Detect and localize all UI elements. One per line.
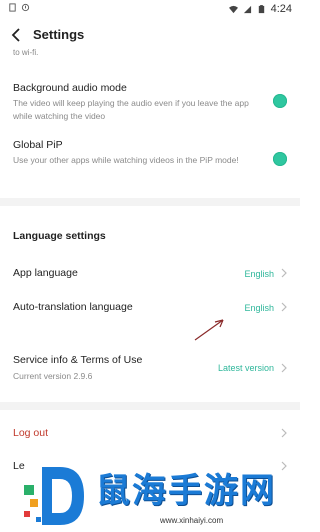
- watermark-logo-icon: [24, 467, 84, 525]
- latest-version-label: Latest version: [217, 363, 274, 373]
- annotation-arrow-icon: [194, 319, 224, 341]
- app-language-row[interactable]: App language English: [0, 258, 300, 288]
- global-pip-toggle[interactable]: [273, 152, 287, 166]
- watermark-overlay: 鼠海手游网 www.xinhaiyi.com: [0, 455, 300, 532]
- auto-translation-value: English: [244, 303, 274, 313]
- status-bar: 4:24: [0, 0, 300, 18]
- section-divider: [0, 402, 300, 410]
- alert-icon: [21, 3, 30, 12]
- page-title: Settings: [33, 27, 85, 42]
- back-button[interactable]: [8, 26, 24, 44]
- service-info-row[interactable]: Service info & Terms of Use Current vers…: [0, 350, 300, 390]
- back-arrow-icon: [11, 28, 20, 42]
- battery-icon: [258, 4, 264, 13]
- logout-label: Log out: [13, 427, 49, 439]
- status-left-icons: [8, 3, 30, 12]
- partial-description: to wi-fi.: [13, 48, 39, 57]
- logout-row[interactable]: Log out: [0, 420, 300, 448]
- section-divider: [0, 198, 300, 206]
- global-pip-description: Use your other apps while watching video…: [13, 155, 239, 165]
- background-audio-description: The video will keep playing the audio ev…: [13, 98, 249, 121]
- wifi-icon: [228, 5, 238, 13]
- auto-translation-row[interactable]: Auto-translation language English: [0, 292, 300, 322]
- document-icon: [9, 3, 16, 12]
- app-language-value: English: [244, 269, 274, 279]
- signal-icon: [243, 5, 251, 13]
- background-audio-setting: Background audio mode The video will kee…: [0, 78, 300, 128]
- auto-translation-label: Auto-translation language: [13, 301, 133, 313]
- app-language-label: App language: [13, 267, 78, 279]
- app-bar: Settings: [0, 22, 300, 50]
- language-section-title: Language settings: [13, 230, 106, 242]
- status-time: 4:24: [270, 3, 292, 15]
- chevron-right-icon: [281, 363, 287, 373]
- background-audio-toggle[interactable]: [273, 94, 287, 108]
- chevron-right-icon: [281, 268, 287, 278]
- global-pip-title: Global PiP: [13, 139, 63, 151]
- service-info-title: Service info & Terms of Use: [13, 354, 143, 366]
- watermark-url: www.xinhaiyi.com: [160, 516, 224, 525]
- background-audio-title: Background audio mode: [13, 82, 127, 94]
- status-right-icons: 4:24: [228, 3, 292, 15]
- chevron-right-icon: [281, 302, 287, 312]
- global-pip-setting: Global PiP Use your other apps while wat…: [0, 135, 300, 185]
- chevron-right-icon: [281, 428, 287, 438]
- watermark-text: 鼠海手游网: [96, 471, 276, 511]
